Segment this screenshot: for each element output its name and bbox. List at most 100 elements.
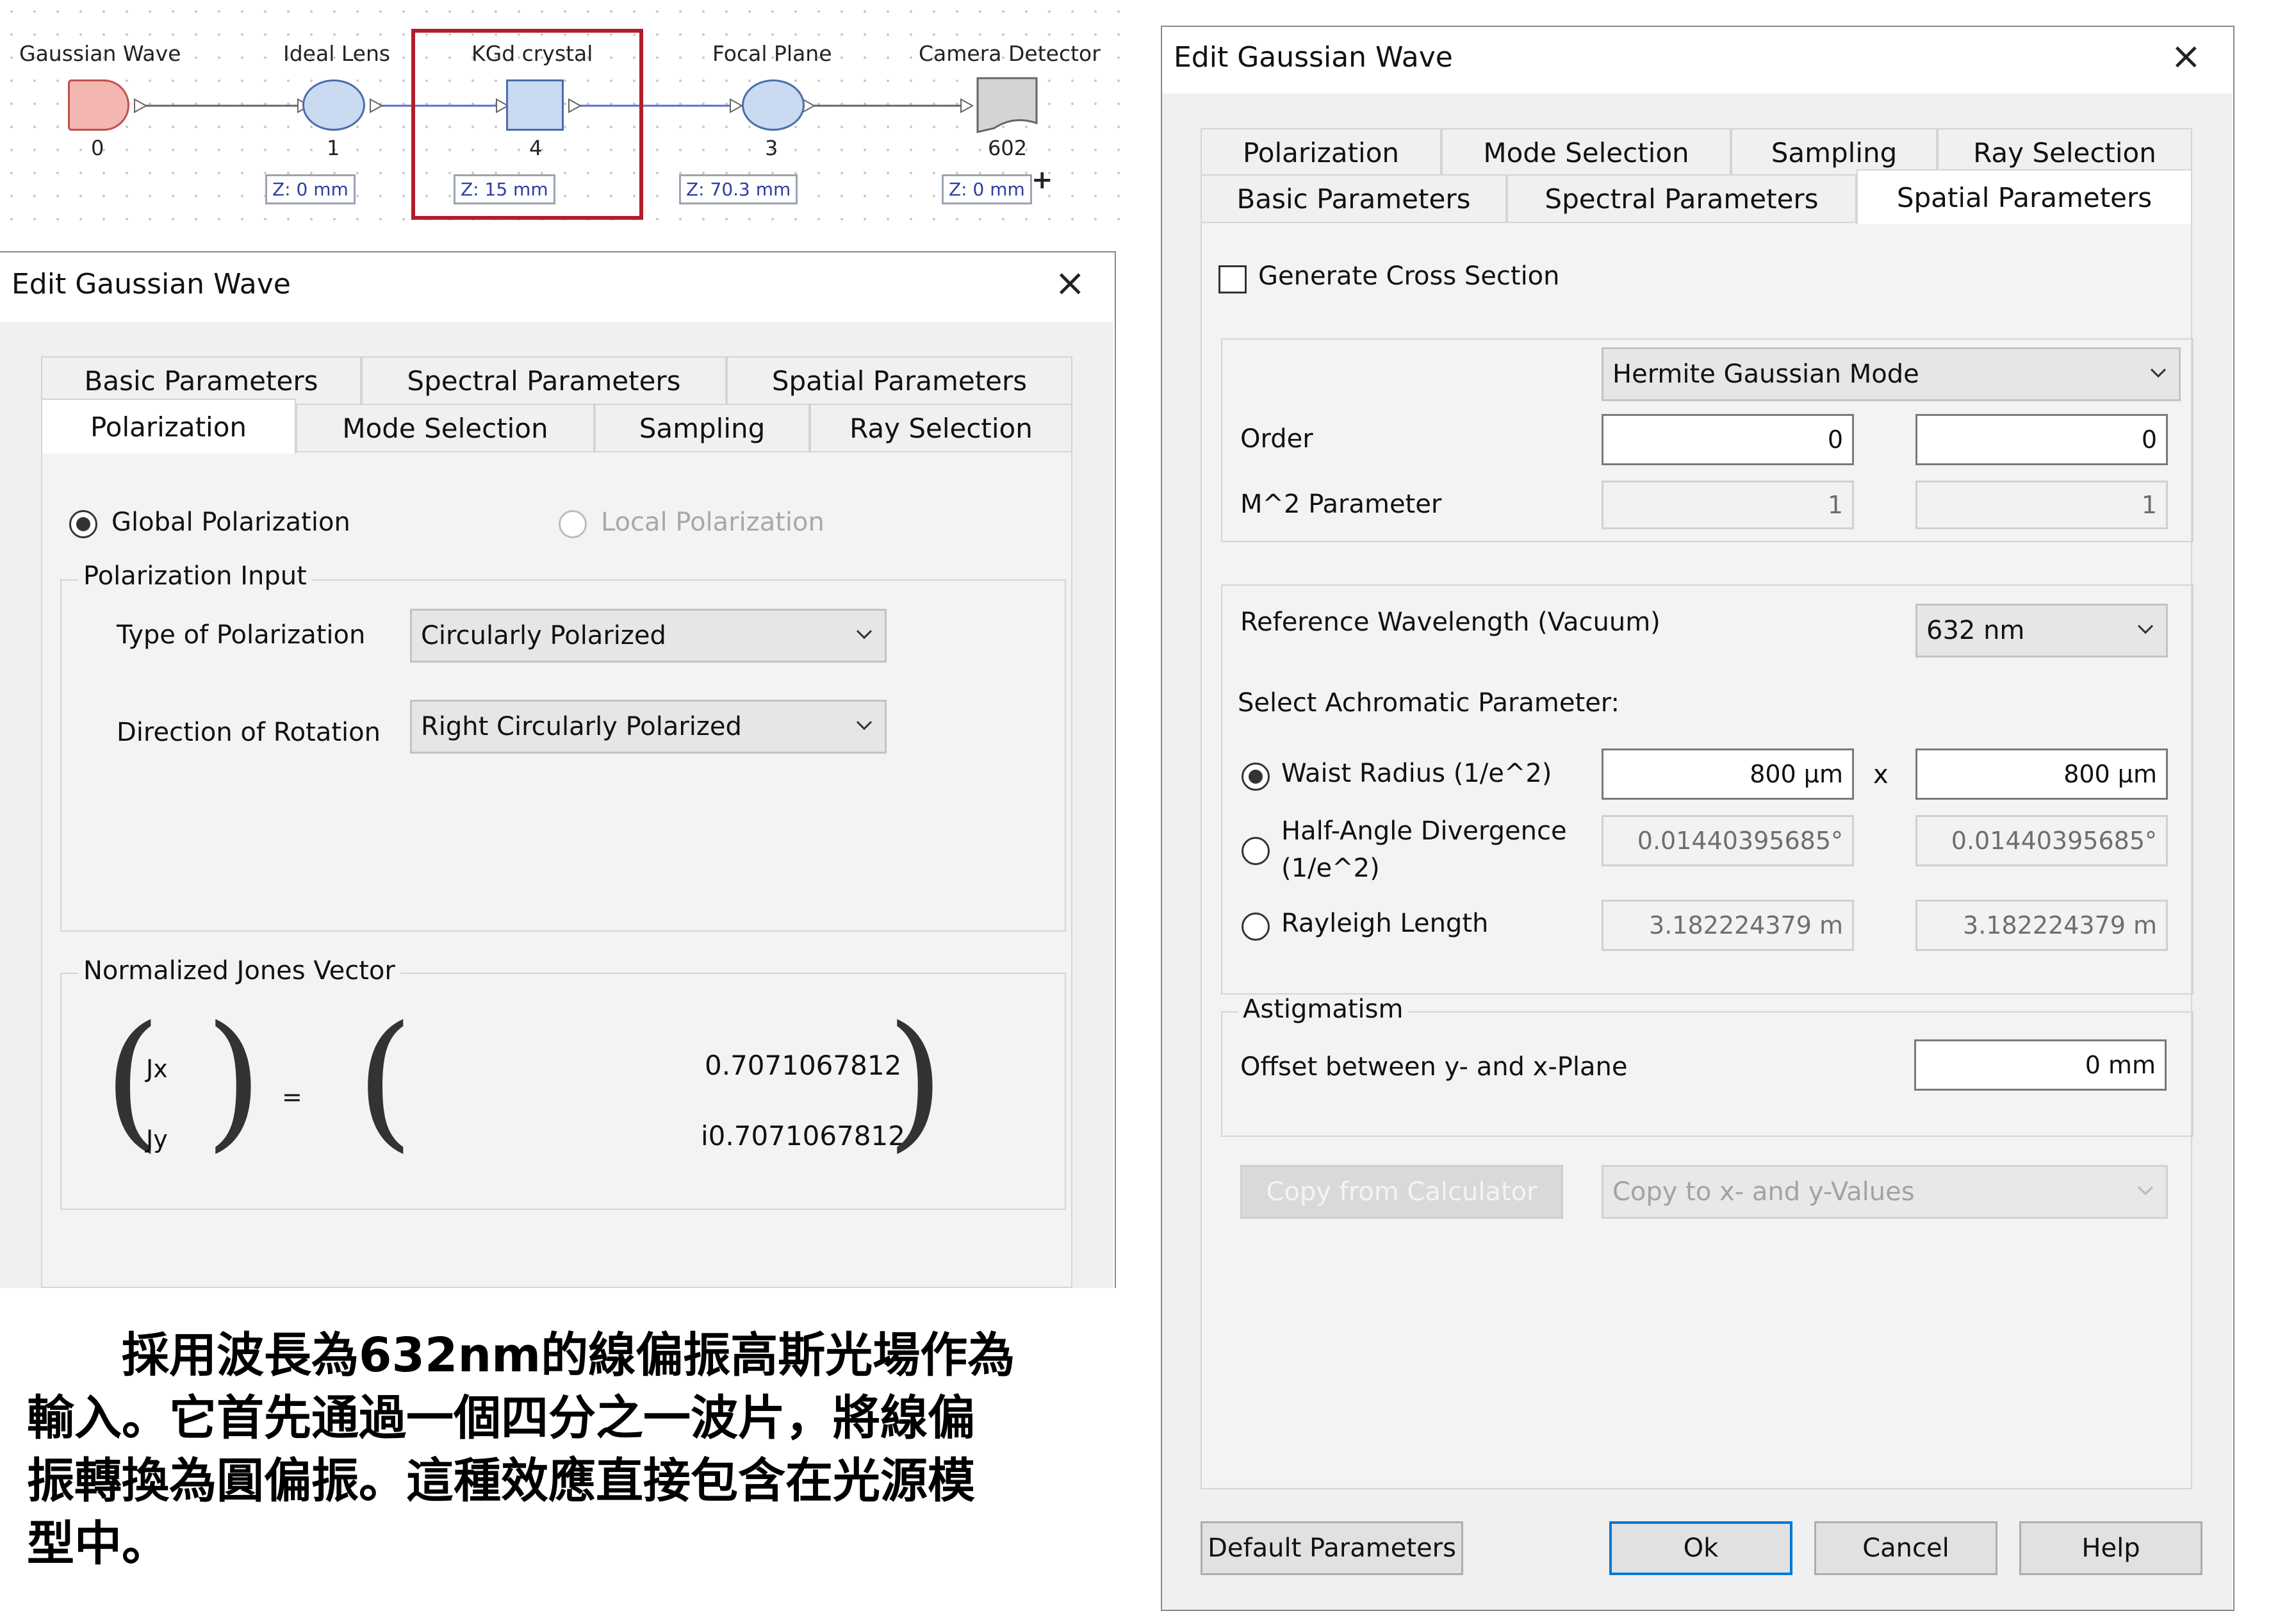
m2-x-value: 1 [1602, 481, 1854, 529]
offset-input[interactable]: 0 mm [1914, 1039, 2167, 1091]
jy-value: i0.7071067812 [701, 1120, 905, 1152]
z-position-box[interactable]: Z: 15 mm [454, 174, 555, 204]
jx-value: 0.7071067812 [705, 1050, 902, 1081]
achromatic-parameter-label: Select Achromatic Parameter: [1238, 688, 1620, 718]
astigmatism-heading: Astigmatism [1238, 995, 1409, 1024]
gaussian-wave-source-icon[interactable] [68, 79, 129, 131]
order-y-input[interactable]: 0 [1915, 414, 2168, 465]
dialog-title: Edit Gaussian Wave [1174, 41, 1453, 74]
close-icon[interactable]: × [1054, 264, 1086, 301]
type-of-polarization-label: Type of Polarization [117, 620, 366, 650]
tab-sampling[interactable]: Sampling [594, 404, 810, 452]
node-index: 602 [988, 136, 1028, 160]
node-label-focal-plane: Focal Plane [712, 41, 832, 66]
kgd-crystal-icon[interactable] [506, 79, 564, 131]
cancel-button[interactable]: Cancel [1814, 1521, 1997, 1575]
local-polarization-radio [559, 510, 587, 538]
chevron-down-icon [2137, 625, 2154, 634]
z-position-box[interactable]: Z: 0 mm [265, 174, 356, 204]
reference-wavelength-label: Reference Wavelength (Vacuum) [1240, 607, 1660, 637]
type-of-polarization-select[interactable]: Circularly Polarized [410, 609, 887, 663]
system-diagram: Gaussian Wave 0 Ideal Lens 1 Z: 0 mm KGd… [0, 0, 1128, 237]
help-button[interactable]: Help [2019, 1521, 2202, 1575]
node-index: 1 [327, 136, 340, 160]
tab-basic-parameters[interactable]: Basic Parameters [41, 356, 361, 405]
times-sign: x [1873, 760, 1889, 789]
z-position-box[interactable]: Z: 70.3 mm [679, 174, 798, 204]
reference-wavelength-select[interactable]: 632 nm [1915, 604, 2168, 657]
divergence-x-value: 0.01440395685° [1602, 815, 1854, 866]
equals-sign: = [282, 1083, 302, 1111]
mode-type-value: Hermite Gaussian Mode [1612, 359, 1919, 389]
waist-radius-y-input[interactable]: 800 µm [1915, 748, 2168, 800]
tab-polarization[interactable]: Polarization [1201, 128, 1441, 177]
node-label-ideal-lens: Ideal Lens [283, 41, 391, 66]
caption-line-1: 採用波長為632nm的線偏振高斯光場作為 [27, 1328, 1015, 1383]
direction-of-rotation-value: Right Circularly Polarized [421, 712, 742, 741]
global-polarization-label: Global Polarization [111, 508, 350, 537]
global-polarization-radio[interactable] [69, 510, 97, 538]
jx-label: Jx [146, 1055, 168, 1083]
tab-spatial-parameters[interactable]: Spatial Parameters [726, 356, 1072, 405]
tab-basic-parameters[interactable]: Basic Parameters [1201, 174, 1507, 223]
chevron-down-icon [2150, 368, 2167, 378]
type-of-polarization-value: Circularly Polarized [421, 621, 666, 650]
chevron-down-icon [856, 721, 873, 731]
right-paren-icon: ) [205, 995, 263, 1166]
rayleigh-length-radio[interactable] [1242, 913, 1270, 941]
waist-radius-label: Waist Radius (1/e^2) [1281, 759, 1552, 788]
half-angle-divergence-unit-label: (1/e^2) [1281, 854, 1380, 883]
rayleigh-length-label: Rayleigh Length [1281, 909, 1489, 938]
camera-detector-icon[interactable] [975, 76, 1039, 135]
half-angle-divergence-label: Half-Angle Divergence [1281, 816, 1567, 846]
add-element-icon[interactable]: + [1031, 165, 1053, 195]
node-label-gaussian-wave: Gaussian Wave [19, 41, 181, 66]
m2-parameter-label: M^2 Parameter [1240, 490, 1442, 519]
node-label-kgd-crystal: KGd crystal [472, 41, 593, 66]
half-angle-divergence-radio[interactable] [1242, 837, 1270, 865]
ideal-lens-icon[interactable] [302, 79, 365, 131]
direction-of-rotation-select[interactable]: Right Circularly Polarized [410, 700, 887, 754]
chevron-down-icon [856, 630, 873, 640]
left-paren-icon: ( [356, 995, 414, 1166]
node-index: 4 [529, 136, 543, 160]
polarization-input-heading: Polarization Input [78, 561, 312, 591]
copy-to-values-select: Copy to x- and y-Values [1602, 1165, 2168, 1219]
right-edit-gaussian-wave-dialog: Edit Gaussian Wave × Polarization Mode S… [1161, 26, 2234, 1611]
tab-spectral-parameters[interactable]: Spectral Parameters [361, 356, 726, 405]
copy-to-values-value: Copy to x- and y-Values [1612, 1177, 1915, 1207]
tab-mode-selection[interactable]: Mode Selection [296, 404, 594, 452]
node-index: 3 [765, 136, 778, 160]
reference-wavelength-value: 632 nm [1926, 616, 2025, 645]
waist-radius-radio[interactable] [1242, 763, 1270, 791]
rayleigh-length-x-value: 3.182224379 m [1602, 900, 1854, 951]
generate-cross-section-checkbox[interactable] [1218, 265, 1247, 293]
tab-mode-selection[interactable]: Mode Selection [1441, 128, 1731, 177]
rayleigh-length-y-value: 3.182224379 m [1915, 900, 2168, 951]
default-parameters-button[interactable]: Default Parameters [1201, 1521, 1463, 1575]
waist-radius-x-input[interactable]: 800 µm [1602, 748, 1854, 800]
local-polarization-label: Local Polarization [601, 508, 824, 537]
mode-type-select[interactable]: Hermite Gaussian Mode [1602, 347, 2181, 401]
divergence-y-value: 0.01440395685° [1915, 815, 2168, 866]
jones-vector-heading: Normalized Jones Vector [78, 956, 400, 986]
copy-from-calculator-button: Copy from Calculator [1240, 1165, 1563, 1219]
ok-button[interactable]: Ok [1609, 1521, 1792, 1575]
close-icon[interactable]: × [2170, 37, 2202, 74]
order-x-input[interactable]: 0 [1602, 414, 1854, 465]
caption-line-2: 輸入。它首先通過一個四分之一波片，將線偏 [27, 1391, 975, 1446]
node-index: 0 [91, 136, 104, 160]
offset-label: Offset between y- and x-Plane [1240, 1052, 1628, 1082]
caption-line-4: 型中。 [27, 1516, 169, 1571]
tab-ray-selection[interactable]: Ray Selection [810, 404, 1072, 452]
jy-label: Jy [146, 1125, 168, 1153]
z-position-box[interactable]: Z: 0 mm [942, 174, 1032, 204]
generate-cross-section-label: Generate Cross Section [1258, 261, 1560, 291]
order-label: Order [1240, 424, 1313, 454]
right-paren-icon: ) [887, 995, 944, 1166]
tab-polarization[interactable]: Polarization [41, 399, 296, 454]
tab-spectral-parameters[interactable]: Spectral Parameters [1507, 174, 1857, 223]
focal-plane-lens-icon[interactable] [742, 79, 805, 131]
tab-spatial-parameters[interactable]: Spatial Parameters [1857, 169, 2192, 224]
node-label-camera-detector: Camera Detector [919, 41, 1101, 66]
